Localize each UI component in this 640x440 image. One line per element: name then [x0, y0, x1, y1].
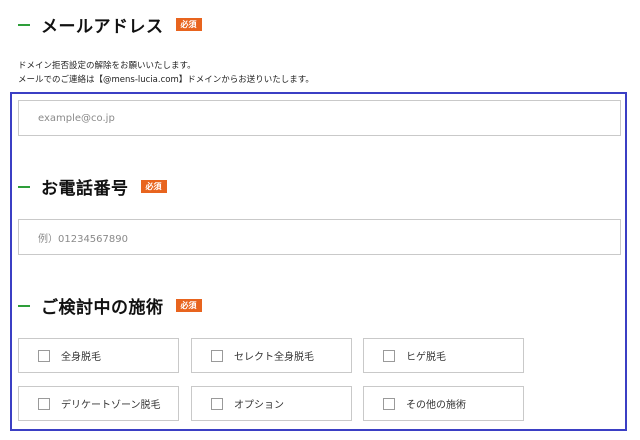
option-label: デリケートゾーン脱毛 [61, 400, 161, 411]
option-option[interactable]: オプション [191, 386, 352, 421]
form-highlight-frame [10, 92, 627, 431]
option-label: 全身脱毛 [61, 352, 101, 363]
email-note-line-1: ドメイン拒否設定の解除をお願いいたします。 [18, 61, 196, 71]
checkbox[interactable] [383, 397, 395, 410]
option-other-treatment[interactable]: その他の施術 [363, 386, 524, 421]
heading-accent-dash [18, 304, 30, 307]
option-label: オプション [234, 400, 284, 411]
phone-placeholder: 例）01234567890 [38, 233, 128, 245]
email-placeholder: example@co.jp [38, 112, 115, 124]
treatment-section-heading: ご検討中の施術 必須 [18, 293, 202, 318]
heading-accent-dash [18, 23, 30, 26]
checkbox[interactable] [38, 397, 50, 410]
option-beard-hair-removal[interactable]: ヒゲ脱毛 [363, 338, 524, 373]
option-label: ヒゲ脱毛 [406, 352, 446, 363]
email-section-heading: メールアドレス 必須 [18, 12, 202, 37]
treatment-heading: ご検討中の施術 [41, 298, 164, 318]
email-note-line-2: メールでのご連絡は【@mens-lucia.com】ドメインからお送りいたします… [18, 75, 314, 85]
heading-accent-dash [18, 185, 30, 188]
checkbox[interactable] [211, 397, 223, 410]
required-badge: 必須 [140, 180, 167, 193]
required-badge: 必須 [175, 299, 202, 312]
option-label: セレクト全身脱毛 [234, 352, 314, 363]
checkbox[interactable] [211, 349, 223, 362]
option-label: その他の施術 [406, 400, 466, 411]
email-heading: メールアドレス [41, 17, 164, 37]
option-full-body-hair-removal[interactable]: 全身脱毛 [18, 338, 179, 373]
email-note: ドメイン拒否設定の解除をお願いいたします。 メールでのご連絡は【@mens-lu… [18, 59, 314, 87]
email-field[interactable]: example@co.jp [18, 100, 621, 136]
phone-section-heading: お電話番号 必須 [18, 174, 167, 199]
phone-field[interactable]: 例）01234567890 [18, 219, 621, 255]
checkbox[interactable] [38, 349, 50, 362]
required-badge: 必須 [175, 18, 202, 31]
option-delicate-zone-hair-removal[interactable]: デリケートゾーン脱毛 [18, 386, 179, 421]
phone-heading: お電話番号 [41, 179, 129, 199]
option-select-full-body-hair-removal[interactable]: セレクト全身脱毛 [191, 338, 352, 373]
checkbox[interactable] [383, 349, 395, 362]
contact-form-page: メールアドレス 必須 ドメイン拒否設定の解除をお願いいたします。 メールでのご連… [0, 0, 640, 440]
